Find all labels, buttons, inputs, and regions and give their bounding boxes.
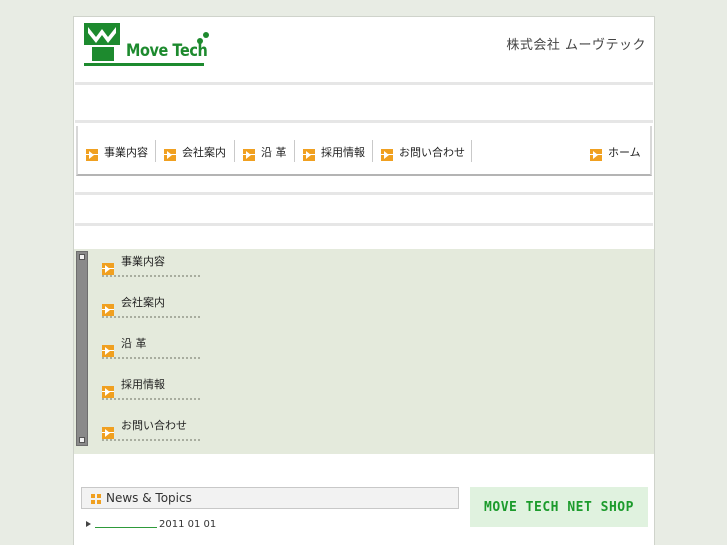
net-shop-banner[interactable]: MOVE TECH NET SHOP: [470, 487, 648, 527]
nav-item-recruit[interactable]: 採用情報: [303, 140, 365, 166]
submenu-item-recruit[interactable]: 採用情報: [102, 374, 200, 400]
nav-label: 沿 革: [261, 146, 287, 159]
submenu-label: 会社案内: [121, 296, 165, 309]
arrow-icon: [381, 149, 393, 161]
nav-item-history[interactable]: 沿 革: [243, 140, 287, 166]
nav-separator: [155, 140, 156, 162]
news-header: News & Topics: [81, 487, 459, 509]
nav-separator: [471, 140, 472, 162]
triangle-bullet-icon: [86, 521, 91, 527]
submenu-label: 沿 革: [121, 337, 147, 350]
scroll-down-cap[interactable]: [79, 437, 85, 443]
divider: [75, 82, 653, 85]
divider: [75, 223, 653, 226]
arrow-icon: [102, 386, 114, 398]
net-shop-label: MOVE TECH NET SHOP: [484, 499, 634, 515]
arrow-icon: [102, 427, 114, 439]
submenu-item-company[interactable]: 会社案内: [102, 292, 200, 318]
submenu-label: 事業内容: [121, 255, 165, 268]
nav-item-home[interactable]: ホーム: [590, 140, 641, 166]
divider: [75, 120, 653, 123]
global-nav: 事業内容 会社案内 沿 革 採用情報 お問い合わせ ホーム: [76, 126, 652, 176]
nav-label: ホーム: [608, 146, 641, 159]
submenu-item-business[interactable]: 事業内容: [102, 251, 200, 277]
submenu-item-history[interactable]: 沿 革: [102, 333, 200, 359]
arrow-icon: [243, 149, 255, 161]
nav-item-company[interactable]: 会社案内: [164, 140, 226, 166]
submenu-item-contact[interactable]: お問い合わせ: [102, 415, 200, 441]
news-link-underline: [95, 526, 157, 528]
divider: [75, 192, 653, 195]
nav-separator: [234, 140, 235, 162]
nav-item-contact[interactable]: お問い合わせ: [381, 140, 465, 166]
submenu-label: お問い合わせ: [121, 419, 187, 432]
page-container: Move Tech 株式会社 ムーヴテック 事業内容 会社案内 沿 革 採用情報…: [73, 16, 655, 545]
arrow-icon: [590, 149, 602, 161]
news-title: News & Topics: [106, 491, 192, 505]
arrow-icon: [164, 149, 176, 161]
nav-label: 会社案内: [182, 146, 226, 159]
scrollbar[interactable]: [76, 251, 88, 446]
arrow-icon: [102, 304, 114, 316]
company-logo[interactable]: Move Tech: [82, 23, 212, 73]
nav-label: 事業内容: [104, 146, 148, 159]
arrow-icon: [86, 149, 98, 161]
submenu-panel: 事業内容 会社案内 沿 革 採用情報 お問い合わせ: [74, 249, 654, 454]
grid-icon: [91, 494, 101, 504]
nav-label: お問い合わせ: [399, 146, 465, 159]
arrow-icon: [102, 345, 114, 357]
nav-item-business[interactable]: 事業内容: [86, 140, 148, 166]
submenu-label: 採用情報: [121, 378, 165, 391]
nav-separator: [372, 140, 373, 162]
scroll-up-cap[interactable]: [79, 254, 85, 260]
news-date: 2011 01 01: [159, 518, 217, 530]
nav-label: 採用情報: [321, 146, 365, 159]
news-item[interactable]: 2011 01 01: [86, 517, 216, 531]
arrow-icon: [303, 149, 315, 161]
company-name: 株式会社 ムーヴテック: [506, 38, 646, 53]
nav-separator: [294, 140, 295, 162]
logo-text: Move Tech: [126, 41, 208, 61]
arrow-icon: [102, 263, 114, 275]
